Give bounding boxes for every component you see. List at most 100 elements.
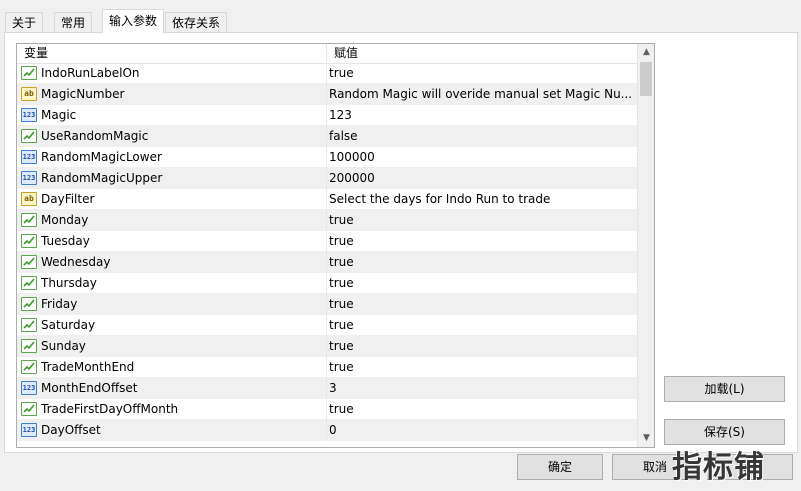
table-row[interactable]: Sunday true [17,336,637,357]
tab-dependencies[interactable]: 依存关系 [165,12,228,32]
variable-cell[interactable]: ab DayFilter [17,189,326,209]
variable-name: MonthEndOffset [41,381,138,395]
cell-divider [326,168,327,189]
value-cell[interactable]: false [329,126,633,146]
value-cell[interactable]: true [329,315,633,335]
value-cell[interactable]: 100000 [329,147,633,167]
variable-cell[interactable]: ab MagicNumber [17,84,326,104]
value-cell[interactable]: true [329,252,633,272]
variable-cell[interactable]: 123 RandomMagicUpper [17,168,326,188]
variable-cell[interactable]: TradeFirstDayOffMonth [17,399,326,419]
variable-name: Saturday [41,318,96,332]
variable-name: Thursday [41,276,97,290]
variable-cell[interactable]: UseRandomMagic [17,126,326,146]
value-cell[interactable]: true [329,210,633,230]
text-icon: ab [21,87,37,101]
bool-icon [21,402,37,416]
variable-cell[interactable]: 123 DayOffset [17,420,326,440]
variable-name: Sunday [41,339,86,353]
table-row[interactable]: ab DayFilter Select the days for Indo Run … [17,189,637,210]
table-row[interactable]: TradeMonthEnd true [17,357,637,378]
variable-cell[interactable]: 123 RandomMagicLower [17,147,326,167]
value-cell[interactable]: 123 [329,105,633,125]
variable-cell[interactable]: Tuesday [17,231,326,251]
table-row[interactable]: TradeFirstDayOffMonth true [17,399,637,420]
value-cell[interactable]: Random Magic will overide manual set Mag… [329,84,633,104]
value-cell[interactable]: 0 [329,420,633,440]
column-header-variable[interactable]: 变量 [17,44,48,63]
variable-name: TradeFirstDayOffMonth [41,402,179,416]
table-row[interactable]: ab MagicNumber Random Magic will overide m… [17,84,637,105]
text-icon: ab [21,192,37,206]
table-row[interactable]: 123 RandomMagicUpper 200000 [17,168,637,189]
grid-rows: IndoRunLabelOn true ab MagicNumber Random Ma… [17,63,637,441]
variable-name: DayFilter [41,192,95,206]
value-cell[interactable]: 200000 [329,168,633,188]
variable-name: RandomMagicLower [41,150,162,164]
variable-name: Tuesday [41,234,90,248]
variable-name: TradeMonthEnd [41,360,135,374]
table-row[interactable]: 123 Magic 123 [17,105,637,126]
scroll-down-arrow-icon[interactable]: ▼ [638,430,654,447]
column-header-value[interactable]: 赋值 [327,44,358,63]
bool-icon [21,66,37,80]
parameters-grid[interactable]: 变量 赋值 IndoRunLabelOn true ab MagicNumber Ran… [16,43,655,448]
cell-divider [326,420,327,441]
tab-inputs[interactable]: 输入参数 [102,9,165,33]
cell-divider [326,231,327,252]
variable-cell[interactable]: 123 Magic [17,105,326,125]
table-row[interactable]: 123 MonthEndOffset 3 [17,378,637,399]
table-row[interactable]: Thursday true [17,273,637,294]
table-row[interactable]: 123 RandomMagicLower 100000 [17,147,637,168]
bool-icon [21,129,37,143]
cell-divider [326,147,327,168]
table-row[interactable]: Tuesday true [17,231,637,252]
integer-icon: 123 [21,150,37,164]
table-row[interactable]: UseRandomMagic false [17,126,637,147]
bool-icon [21,318,37,332]
variable-name: RandomMagicUpper [41,171,163,185]
variable-cell[interactable]: Wednesday [17,252,326,272]
value-cell[interactable]: true [329,399,633,419]
variable-cell[interactable]: Sunday [17,336,326,356]
variable-cell[interactable]: Saturday [17,315,326,335]
variable-cell[interactable]: Monday [17,210,326,230]
save-button[interactable]: 保存(S) [664,419,785,445]
tab-common[interactable]: 常用 [54,12,93,32]
bool-icon [21,255,37,269]
table-row[interactable]: Saturday true [17,315,637,336]
table-row[interactable]: Friday true [17,294,637,315]
cell-divider [326,210,327,231]
variable-cell[interactable]: Friday [17,294,326,314]
value-cell[interactable]: true [329,231,633,251]
value-cell[interactable]: true [329,63,633,83]
scroll-thumb[interactable] [640,62,652,96]
variable-cell[interactable]: Thursday [17,273,326,293]
cell-divider [326,63,327,84]
table-row[interactable]: IndoRunLabelOn true [17,63,637,84]
value-cell[interactable]: true [329,273,633,293]
value-cell[interactable]: true [329,357,633,377]
table-row[interactable]: Monday true [17,210,637,231]
table-row[interactable]: 123 DayOffset 0 [17,420,637,441]
value-cell[interactable]: 3 [329,378,633,398]
cell-divider [326,399,327,420]
variable-name: Magic [41,108,77,122]
variable-cell[interactable]: IndoRunLabelOn [17,63,326,83]
value-cell[interactable]: true [329,336,633,356]
variable-name: IndoRunLabelOn [41,66,140,80]
scroll-up-arrow-icon[interactable]: ▲ [638,44,654,61]
variable-cell[interactable]: TradeMonthEnd [17,357,326,377]
vertical-scrollbar[interactable]: ▲ ▼ [637,44,654,447]
variable-cell[interactable]: 123 MonthEndOffset [17,378,326,398]
variable-name: DayOffset [41,423,101,437]
variable-name: Friday [41,297,78,311]
ok-button[interactable]: 确定 [517,454,603,480]
bool-icon [21,234,37,248]
value-cell[interactable]: Select the days for Indo Run to trade [329,189,633,209]
value-cell[interactable]: true [329,294,633,314]
table-row[interactable]: Wednesday true [17,252,637,273]
load-button[interactable]: 加载(L) [664,376,785,402]
tab-about[interactable]: 关于 [5,12,44,32]
variable-name: MagicNumber [41,87,125,101]
